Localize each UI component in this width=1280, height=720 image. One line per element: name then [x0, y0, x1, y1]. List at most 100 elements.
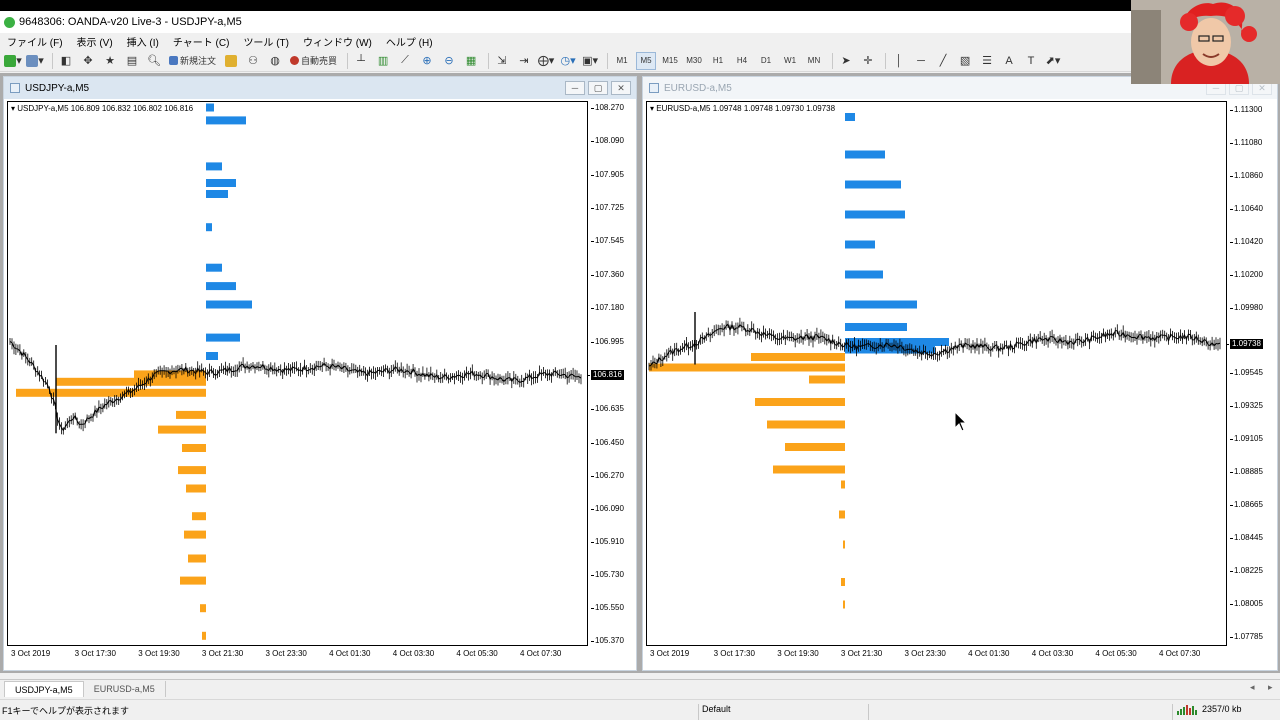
volume-bar-below	[755, 398, 845, 406]
chart-tab-usdjpy[interactable]: USDJPY-a,M5	[4, 681, 84, 697]
price-chart[interactable]: % ▾ USDJPY-a,M5 106.809 106.832 106.802 …	[7, 101, 588, 646]
time-axis[interactable]: 3 Oct 2019 3 Oct 17:30 3 Oct 19:30 3 Oct 21…	[7, 647, 588, 661]
horizontal-line-icon[interactable]: ─	[912, 52, 930, 70]
price-tick-text: 106.270	[595, 470, 624, 480]
maximize-icon[interactable]: ▢	[588, 81, 608, 95]
text-tool-icon[interactable]: A	[1000, 52, 1018, 70]
minimize-icon[interactable]: ─	[565, 81, 585, 95]
chart-window-usdjpy[interactable]: USDJPY-a,M5 ─ ▢ ✕ % ▾ USDJPY-a,M5 106.80…	[3, 76, 637, 671]
terminal-icon[interactable]: ▤	[123, 52, 141, 70]
price-tick-label: 106.995	[591, 337, 624, 347]
timeframe-h4[interactable]: H4	[732, 52, 752, 70]
tick-mark	[591, 308, 594, 310]
timeframe-mn[interactable]: MN	[804, 52, 824, 70]
close-icon[interactable]: ✕	[611, 81, 631, 95]
price-chart[interactable]: % ▾ EURUSD-a,M5 1.09748 1.09748 1.09730 …	[646, 101, 1227, 646]
time-tick-label: 4 Oct 01:30	[968, 649, 1010, 658]
zoom-out-icon[interactable]: ⊖	[440, 52, 458, 70]
toolbar-separator	[52, 52, 53, 69]
fibonacci-icon[interactable]: ☰	[978, 52, 996, 70]
chart-window-eurusd[interactable]: EURUSD-a,M5 ─ ▢ ✕ % ▾ EURUSD-a,M5 1.0974…	[642, 76, 1278, 671]
indicators-icon[interactable]: ⨁▾	[537, 52, 555, 70]
time-axis[interactable]: 3 Oct 2019 3 Oct 17:30 3 Oct 19:30 3 Oct 21…	[646, 647, 1227, 661]
price-tick-label: 107.725	[591, 203, 624, 213]
data-window-icon[interactable]: ✥	[79, 52, 97, 70]
tick-mark	[1230, 175, 1233, 177]
timeframe-m5[interactable]: M5	[636, 51, 657, 70]
channel-icon[interactable]: ▧	[956, 52, 974, 70]
tick-mark	[1230, 504, 1233, 506]
market-watch-icon[interactable]: ◧	[57, 52, 75, 70]
tick-mark	[1230, 603, 1233, 605]
menu-bar: ファイル (F) 表示 (V) 挿入 (I) チャート (C) ツール (T) …	[0, 33, 1280, 49]
metaeditor-icon[interactable]	[222, 52, 240, 70]
trendline-icon[interactable]: ╱	[934, 52, 952, 70]
tick-mark	[591, 107, 594, 109]
menu-tools[interactable]: ツール (T)	[236, 34, 296, 49]
menu-file[interactable]: ファイル (F)	[0, 34, 70, 49]
vertical-line-icon[interactable]: │	[890, 52, 908, 70]
periods-icon[interactable]: ◷▾	[559, 52, 577, 70]
bar-chart-icon[interactable]: ┴	[352, 52, 370, 70]
chart-canvas[interactable]: %	[8, 102, 587, 645]
tab-scroll-right-icon[interactable]: ▸	[1268, 682, 1273, 693]
price-axis[interactable]: 1.11300 1.11080 1.10860 1.10640 1.10420 1.102…	[1226, 101, 1277, 646]
time-tick-label: 4 Oct 07:30	[1159, 649, 1201, 658]
tick-mark	[1230, 274, 1233, 276]
timeframe-w1[interactable]: W1	[780, 52, 800, 70]
strategy-tester-icon[interactable]: 🔍︎	[145, 52, 163, 70]
volume-bar-below	[843, 540, 845, 549]
menu-insert[interactable]: 挿入 (I)	[120, 34, 166, 49]
profile-marker: %	[846, 129, 853, 138]
window-caption[interactable]: USDJPY-a,M5 ─ ▢ ✕	[4, 77, 636, 99]
tick-mark	[1230, 372, 1233, 374]
menu-view[interactable]: 表示 (V)	[70, 34, 120, 49]
price-axis[interactable]: 108.270 108.090 107.905 107.725 107.545 107.3…	[587, 101, 636, 646]
auto-scroll-icon[interactable]: ⇲	[493, 52, 511, 70]
volume-bar-above	[206, 263, 222, 272]
timeframe-m1[interactable]: M1	[612, 52, 632, 70]
zoom-in-icon[interactable]: ⊕	[418, 52, 436, 70]
timeframe-h1[interactable]: H1	[708, 52, 728, 70]
tick-mark	[591, 140, 594, 142]
profiles-icon[interactable]: ▾	[26, 52, 44, 70]
arrows-tool-icon[interactable]: ⬈▾	[1044, 52, 1062, 70]
candlestick-icon[interactable]: ▥	[374, 52, 392, 70]
tab-scroll-left-icon[interactable]: ◂	[1250, 682, 1255, 693]
tick-mark	[1230, 109, 1233, 111]
chart-tab-eurusd[interactable]: EURUSD-a,M5	[84, 681, 166, 697]
time-tick-label: 4 Oct 05:30	[1095, 649, 1137, 658]
timeframe-d1[interactable]: D1	[756, 52, 776, 70]
cursor-tool-icon[interactable]: ➤	[837, 52, 855, 70]
templates-icon[interactable]: ▣▾	[581, 52, 599, 70]
volume-bar-below	[178, 466, 206, 475]
tile-windows-icon[interactable]: ▦	[462, 52, 480, 70]
volume-bar-below	[16, 388, 206, 397]
price-tick-text: 1.09105	[1234, 433, 1263, 443]
menu-chart[interactable]: チャート (C)	[166, 34, 237, 49]
tick-mark	[1230, 636, 1233, 638]
auto-trading-button[interactable]: 自動売買	[288, 52, 339, 70]
market-icon[interactable]: ◍	[266, 52, 284, 70]
toolbar-separator	[347, 52, 349, 69]
price-tick-text: 1.08005	[1234, 598, 1263, 608]
price-tick-label: 106.635	[591, 404, 624, 414]
price-tick-label: 105.370	[591, 636, 624, 646]
crosshair-tool-icon[interactable]: ✛	[859, 52, 877, 70]
chart-shift-icon[interactable]: ⇥	[515, 52, 533, 70]
timeframe-m30[interactable]: M30	[684, 52, 704, 70]
signals-icon[interactable]: ⚇	[244, 52, 262, 70]
line-chart-icon[interactable]: ⟋	[396, 52, 414, 70]
mouse-cursor-icon	[954, 411, 968, 432]
volume-bar-above	[206, 223, 212, 232]
new-order-button[interactable]: 新規注文	[167, 52, 218, 70]
menu-help[interactable]: ヘルプ (H)	[379, 34, 440, 49]
price-tick-text: 1.07785	[1234, 631, 1263, 641]
text-label-icon[interactable]: T	[1022, 52, 1040, 70]
chart-canvas[interactable]: %	[647, 102, 1226, 645]
navigator-icon[interactable]: ★	[101, 52, 119, 70]
new-chart-icon[interactable]: ▾	[4, 52, 22, 70]
menu-window[interactable]: ウィンドウ (W)	[296, 34, 379, 49]
volume-bar-below	[180, 576, 206, 585]
timeframe-m15[interactable]: M15	[660, 52, 680, 70]
